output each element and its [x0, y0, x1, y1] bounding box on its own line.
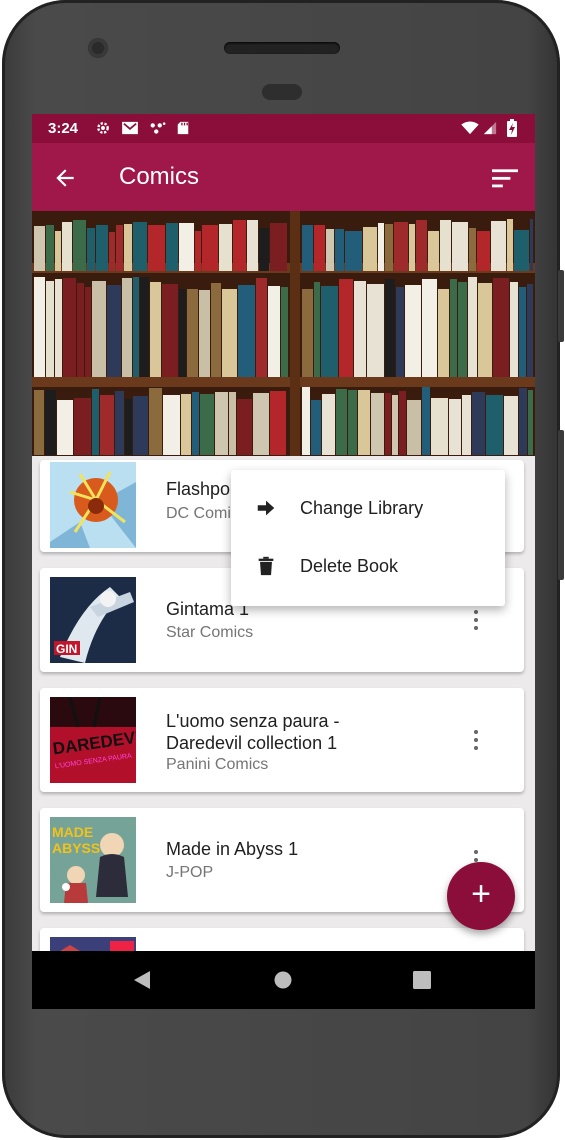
proximity-sensor: [262, 84, 302, 100]
earpiece-speaker: [224, 42, 340, 54]
system-nav-bar: [32, 951, 535, 1009]
book-cover-flashpoint: [50, 462, 136, 548]
context-menu: Change Library Delete Book: [231, 470, 505, 606]
book-publisher: Panini Comics: [166, 756, 269, 773]
book-title-line-1: L'uomo senza paura -: [166, 711, 340, 731]
cell-signal-icon: [483, 121, 497, 135]
book-title-line-2: Daredevil collection 1: [166, 733, 338, 753]
network-dots-icon: [150, 122, 166, 134]
volume-button: [558, 430, 564, 580]
svg-text:MADE: MADE: [52, 824, 93, 840]
phone-frame: 3:24 Comics Flashpo DC Comi GIN Gintama …: [2, 0, 564, 1138]
status-bar: 3:24: [32, 114, 535, 143]
status-time: 3:24: [48, 120, 79, 137]
nav-recents-icon[interactable]: [413, 971, 431, 989]
book-publisher: Star Comics: [166, 624, 254, 641]
sort-icon[interactable]: [492, 167, 518, 189]
more-options-icon[interactable]: [470, 728, 482, 752]
more-options-icon[interactable]: [470, 608, 482, 632]
nav-back-icon[interactable]: [132, 970, 152, 990]
svg-text:GIN: GIN: [56, 642, 77, 656]
nav-home-icon[interactable]: [274, 971, 292, 989]
book-cover-daredevil: DAREDEVIL L'UOMO SENZA PAURA: [50, 697, 136, 783]
settings-icon: [97, 122, 109, 134]
gmail-icon: [122, 121, 138, 135]
arrow-right-icon: [257, 500, 275, 516]
menu-item-label: Delete Book: [300, 556, 399, 576]
front-camera: [88, 38, 108, 58]
menu-item-change-library[interactable]: Change Library: [231, 480, 505, 538]
app-bar: Comics: [32, 143, 535, 211]
back-arrow-icon[interactable]: [52, 165, 78, 191]
book-cover-made-in-abyss: MADE ABYSS: [50, 817, 136, 903]
menu-item-label: Change Library: [300, 498, 424, 518]
book-publisher: J-POP: [166, 864, 214, 881]
page-title: Comics: [119, 163, 200, 190]
book-card[interactable]: DAREDEVIL L'UOMO SENZA PAURA L'uomo senz…: [40, 688, 524, 792]
power-button: [558, 270, 564, 342]
book-cover-gintama: GIN: [50, 577, 136, 663]
svg-text:ABYSS: ABYSS: [52, 840, 100, 856]
book-publisher: DC Comi: [166, 505, 231, 522]
plus-icon: +: [471, 875, 491, 913]
sd-card-icon: [177, 121, 189, 135]
screen: 3:24 Comics Flashpo DC Comi GIN Gintama …: [32, 114, 535, 1009]
menu-item-delete-book[interactable]: Delete Book: [231, 538, 505, 596]
book-title: Flashpo: [166, 479, 231, 499]
trash-icon: [258, 556, 274, 576]
wifi-icon: [461, 121, 479, 135]
add-book-fab[interactable]: +: [447, 862, 515, 930]
battery-charging-icon: [507, 119, 517, 137]
book-title: Made in Abyss 1: [166, 839, 299, 859]
library-header-image: [32, 211, 535, 456]
